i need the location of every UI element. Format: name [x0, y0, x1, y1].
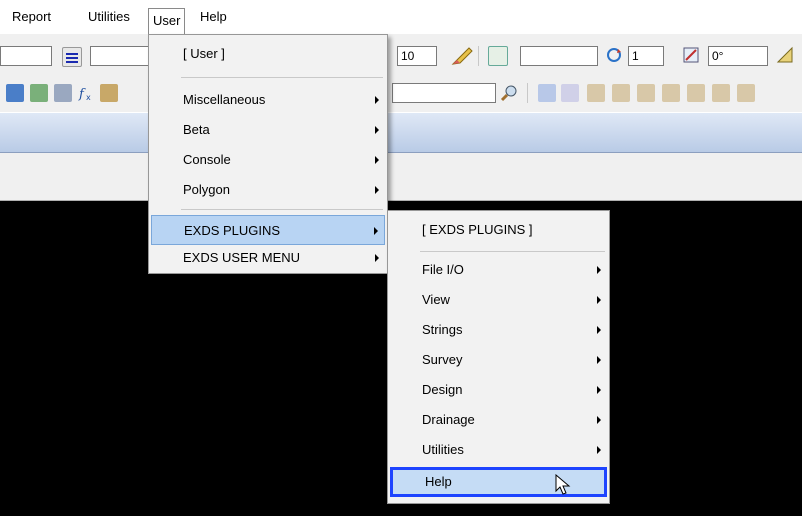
menu-item-label: EXDS PLUGINS	[184, 223, 281, 238]
submenu-arrow-icon	[375, 126, 379, 134]
angle-field[interactable]: 0°	[708, 46, 768, 66]
menu-bar: Report Utilities User Help	[0, 0, 802, 34]
menu-item-polygon[interactable]: Polygon	[151, 175, 385, 205]
scale-field[interactable]: 1	[628, 46, 664, 66]
grade-icon[interactable]	[587, 84, 605, 102]
menu-item-exds-plugins[interactable]: EXDS PLUGINS	[151, 215, 385, 245]
slope-icon[interactable]	[637, 84, 655, 102]
submenu-arrow-icon	[597, 416, 601, 424]
menu-item-label: Strings	[422, 322, 463, 337]
toolbar-top: 10 1 0°	[0, 34, 802, 74]
submenu-arrow-icon	[374, 227, 378, 235]
menu-help[interactable]: Help	[196, 0, 231, 34]
panel-band	[0, 153, 802, 201]
menu-item-label: Polygon	[183, 182, 230, 197]
mouse-cursor-icon	[555, 474, 571, 495]
exds-plugins-submenu: [ EXDS PLUGINS ] File I/O View Strings S…	[387, 210, 610, 504]
menu-item-label: Utilities	[422, 442, 464, 457]
submenu-arrow-icon	[375, 254, 379, 262]
svg-text:f: f	[78, 87, 86, 102]
rotate-icon[interactable]	[605, 46, 623, 64]
submenu-arrow-icon	[597, 326, 601, 334]
menu-item-label: EXDS USER MENU	[183, 250, 301, 265]
submenu-arrow-icon	[597, 266, 601, 274]
line-style-icon[interactable]	[62, 47, 82, 67]
menu-item-label: Beta	[183, 122, 210, 137]
find-icon[interactable]	[500, 84, 518, 102]
ratio-icon[interactable]	[662, 84, 680, 102]
menu-separator	[181, 77, 383, 78]
menu-item-label: File I/O	[422, 262, 464, 277]
menu-item-beta[interactable]: Beta	[151, 115, 385, 145]
submenu-arrow-icon	[597, 446, 601, 454]
text-tool-icon[interactable]	[776, 46, 794, 64]
menu-item-label: Design	[422, 382, 463, 397]
menu-item-label: Survey	[422, 352, 463, 367]
menu-separator	[420, 251, 605, 252]
menu-separator	[181, 209, 383, 210]
exds-menu-header[interactable]: [ EXDS PLUGINS ]	[390, 215, 607, 245]
toolbar-combo-2[interactable]	[90, 46, 150, 66]
menu-item-label: Console	[183, 152, 231, 167]
text-size-field[interactable]: 10	[397, 46, 437, 66]
menu-item-drainage[interactable]: Drainage	[390, 405, 607, 435]
menu-item-label: View	[422, 292, 450, 307]
menu-item-view[interactable]: View	[390, 285, 607, 315]
menu-item-strings[interactable]: Strings	[390, 315, 607, 345]
tools-icon[interactable]	[100, 84, 118, 102]
menu-item-design[interactable]: Design	[390, 375, 607, 405]
strings-icon[interactable]	[30, 84, 48, 102]
toolbar-combo-4[interactable]	[392, 83, 496, 103]
submenu-arrow-icon	[597, 356, 601, 364]
menu-utilities[interactable]: Utilities	[84, 0, 134, 34]
menu-item-label: Miscellaneous	[183, 92, 266, 107]
menu-item-miscellaneous[interactable]: Miscellaneous	[151, 85, 385, 115]
text-angle-icon[interactable]	[682, 46, 700, 64]
user-menu-header-label: [ User ]	[183, 46, 225, 61]
user-menu-header[interactable]: [ User ]	[151, 39, 385, 69]
user-menu: [ User ] Miscellaneous Beta Console Poly…	[148, 34, 388, 274]
menu-item-help[interactable]: Help	[390, 467, 607, 497]
title-bar-band	[0, 112, 802, 153]
three-d-icon[interactable]	[737, 84, 755, 102]
menu-report[interactable]: Report	[8, 0, 55, 34]
pencil-icon[interactable]	[451, 46, 473, 65]
menu-item-file-io[interactable]: File I/O	[390, 255, 607, 285]
menu-user[interactable]: User	[148, 8, 185, 34]
menu-item-console[interactable]: Console	[151, 145, 385, 175]
svg-text:x: x	[86, 93, 91, 102]
menu-item-exds-user-menu[interactable]: EXDS USER MENU	[151, 243, 385, 273]
toolbar-second: fx	[0, 74, 802, 112]
percent-icon[interactable]	[612, 84, 630, 102]
menu-item-label: Drainage	[422, 412, 475, 427]
submenu-arrow-icon	[375, 186, 379, 194]
grid-icon[interactable]	[488, 46, 508, 66]
menu-item-survey[interactable]: Survey	[390, 345, 607, 375]
function-icon[interactable]: fx	[78, 84, 96, 102]
layers-icon[interactable]	[6, 84, 24, 102]
menu-item-utilities[interactable]: Utilities	[390, 435, 607, 465]
cross-icon[interactable]	[712, 84, 730, 102]
toolbar-combo-3[interactable]	[520, 46, 598, 66]
exds-menu-header-label: [ EXDS PLUGINS ]	[422, 222, 533, 237]
submenu-arrow-icon	[597, 386, 601, 394]
menu-item-label: Help	[425, 474, 452, 489]
submenu-arrow-icon	[375, 156, 379, 164]
toolbar-combo-left[interactable]	[0, 46, 52, 66]
curve-icon[interactable]	[687, 84, 705, 102]
submenu-arrow-icon	[375, 96, 379, 104]
edit-string-icon[interactable]	[538, 84, 556, 102]
models-icon[interactable]	[54, 84, 72, 102]
chainage-icon[interactable]	[561, 84, 579, 102]
submenu-arrow-icon	[597, 296, 601, 304]
